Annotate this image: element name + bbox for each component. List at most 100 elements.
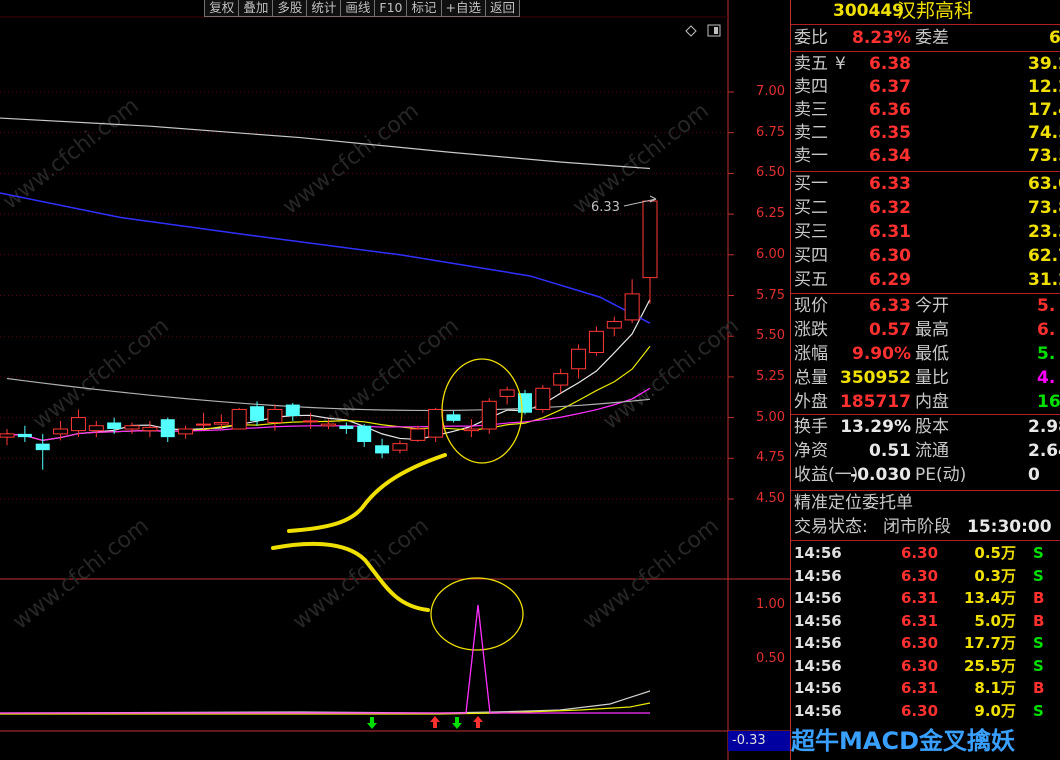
tick-side: B [1033, 679, 1045, 697]
bid-label: 买三 [794, 222, 828, 242]
quote-label: 涨幅 [794, 344, 828, 364]
ask-volume: 39.2 [1028, 54, 1060, 74]
fund-label-2: 流通 [915, 441, 949, 461]
diamond-icon [685, 25, 697, 37]
fundamentals-separator [791, 414, 1060, 415]
watermark-text: www.cfchi.com [0, 93, 144, 214]
candle-body-up [303, 420, 319, 423]
price-tick-label: 6.75 [756, 124, 785, 140]
kline-chart[interactable]: www.cfchi.com www.cfchi.com www.cfchi.com w… [0, 0, 790, 760]
quote-value-2: 6. [1037, 320, 1056, 340]
price-tick-label: 4.75 [756, 450, 785, 466]
candle-body-down [250, 406, 265, 421]
candle-body-up [231, 408, 247, 430]
tick-price: 6.30 [901, 701, 939, 720]
weibi-label: 委比 [794, 28, 828, 48]
candle-body-up [410, 428, 426, 441]
tick-side: S [1033, 544, 1044, 562]
toolbar-button-0[interactable]: 复权 [204, 0, 240, 17]
candle-body-down [446, 414, 461, 421]
order-separator [791, 490, 1060, 491]
candle-body-down [357, 425, 372, 443]
quote-panel: 300449汉邦高科委比 8.23%委差 6 卖五 ¥6.38 39.2 卖四 6.37 12.… [790, 0, 1060, 760]
book-separator [791, 171, 1060, 172]
tick-price: 6.31 [901, 589, 939, 607]
promo-banner: 超牛MACD金叉擒妖 [791, 727, 1015, 755]
bid-price: 6.33 [869, 174, 911, 194]
ticks-separator [791, 540, 1060, 541]
ask-label: 卖三 [794, 100, 828, 120]
ask-price: 6.36 [869, 100, 911, 120]
bid-row: 买五 6.29 31.2 [791, 269, 1060, 292]
weibi-separator [791, 51, 1060, 52]
price-tick-label: 5.75 [756, 287, 785, 303]
toolbar-button-8[interactable]: 返回 [484, 0, 520, 17]
indicator-line-white [0, 690, 651, 714]
toolbar-button-7[interactable]: +自选 [440, 0, 486, 17]
candle-body-up [70, 417, 86, 432]
candle-body-down [375, 445, 390, 454]
weibi-value: 8.23% [852, 28, 911, 48]
trade-status-time: 15:30:00 [967, 517, 1052, 537]
price-tick-label: 6.25 [756, 206, 785, 222]
stock-header: 300449 汉邦高科 [791, 0, 1060, 23]
tick-volume: 25.5万 [963, 656, 1016, 675]
watermark-text: www.cfchi.com [278, 98, 423, 219]
candle-body-up [463, 428, 479, 432]
candle-body-up [535, 387, 551, 410]
quote-row: 外盘 185717内盘 1652 [791, 391, 1060, 414]
quote-value: 6.33 [869, 296, 911, 316]
tick-row: 14:56 6.30 9.0万 S [791, 700, 1060, 723]
indicator-spike-line [0, 604, 650, 714]
quote-label-2: 最低 [915, 344, 949, 364]
quote-value: 9.90% [852, 344, 911, 364]
tick-row: 14:56 6.30 17.7万 S [791, 632, 1060, 655]
toolbar-button-3[interactable]: 统计 [306, 0, 342, 17]
fund-label-2: 股本 [915, 417, 949, 437]
toolbar-button-1[interactable]: 叠加 [238, 0, 274, 17]
tick-volume: 13.4万 [963, 589, 1016, 607]
tick-time: 14:56 [794, 589, 842, 607]
fund-label-2: PE(动) [915, 465, 967, 485]
toolbar-button-2[interactable]: 多股 [272, 0, 308, 17]
toolbar-button-6[interactable]: 标记 [406, 0, 442, 17]
quote-label: 总量 [794, 368, 828, 388]
candle-body-up [481, 400, 497, 430]
watermark-text: www.cfchi.com [598, 313, 743, 434]
candle-body-up [553, 373, 569, 386]
price-tick-label: 4.50 [756, 491, 785, 506]
tick-price: 6.30 [901, 566, 939, 585]
tick-side: S [1033, 634, 1044, 652]
price-tick-label: 6.00 [756, 246, 785, 262]
tick-row: 14:56 6.30 0.3万 S [791, 565, 1060, 588]
toolbar-button-4[interactable]: 画线 [340, 0, 376, 17]
ma120-line [0, 192, 651, 324]
candle-body-up [267, 408, 283, 423]
bid-label: 买四 [794, 246, 828, 266]
ask-volume: 12.2 [1028, 77, 1060, 97]
trade-status-value: 闭市阶段 [883, 517, 951, 537]
tick-time: 14:56 [794, 544, 842, 562]
tick-side: S [1033, 566, 1044, 585]
tick-price: 6.30 [901, 544, 939, 562]
toolbar-button-5[interactable]: F10 [374, 0, 408, 17]
quote-value: 350952 [840, 368, 911, 388]
tick-time: 14:56 [794, 656, 842, 675]
price-tick-label: 5.50 [756, 328, 785, 344]
indicator-tick-label: 0.50 [756, 651, 785, 666]
ask-row: 卖四 6.37 12.2 [791, 76, 1060, 99]
ask-volume: 74.5 [1028, 123, 1060, 143]
ask-label: 卖四 [794, 77, 828, 97]
bid-label: 买一 [794, 174, 828, 194]
watermark-text: www.cfchi.com [288, 513, 433, 634]
tick-time: 14:56 [794, 566, 842, 585]
trade-status-row: 交易状态: 闭市阶段 15:30:00 [791, 516, 1060, 539]
quote-label-2: 量比 [915, 368, 949, 388]
quote-label: 现价 [794, 296, 828, 316]
order-title: 精准定位委托单 [794, 493, 913, 513]
kline-svg[interactable]: www.cfchi.com www.cfchi.com www.cfchi.com w… [0, 0, 790, 760]
bid-volume: 31.2 [1028, 270, 1060, 290]
bid-label: 买二 [794, 198, 828, 218]
sell-arrow-icon [452, 717, 462, 729]
candle-body-up [642, 200, 658, 279]
